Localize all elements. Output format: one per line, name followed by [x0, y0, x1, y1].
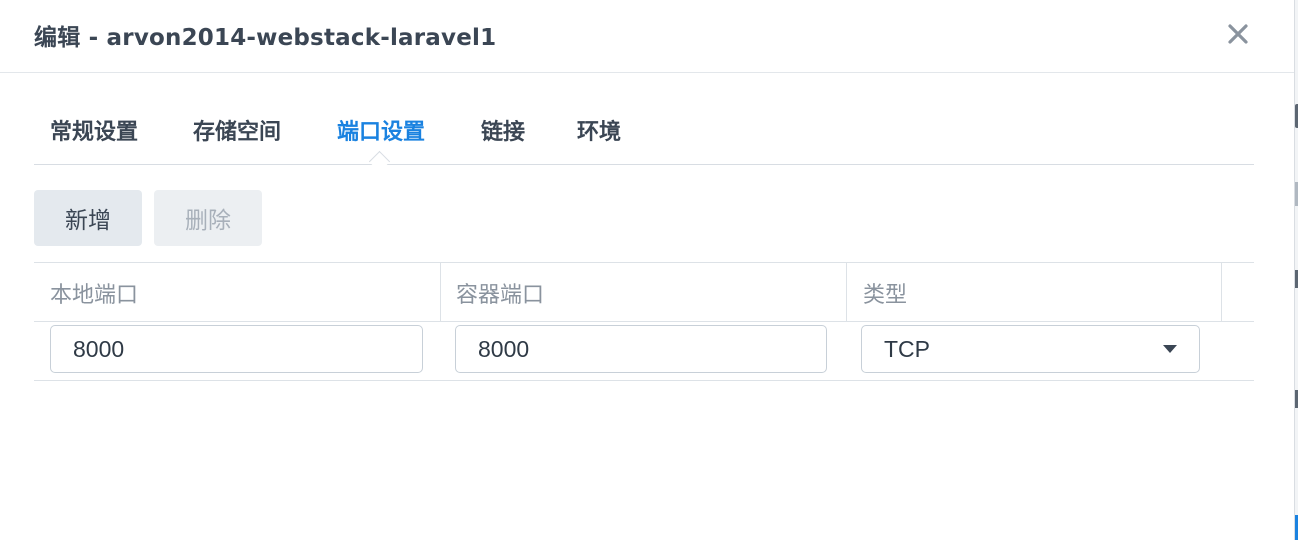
edit-dialog: 编辑 - arvon2014-webstack-laravel1 常规设置 存储… — [0, 0, 1294, 540]
tab-links[interactable]: 链接 — [481, 114, 525, 146]
tab-port-settings[interactable]: 端口设置 — [337, 114, 425, 146]
delete-button[interactable]: 删除 — [154, 190, 262, 246]
column-header-container-port: 容器端口 — [456, 283, 545, 308]
table-row: 8000 8000 TCP — [34, 322, 1254, 381]
type-select-value: TCP — [884, 336, 930, 362]
tab-bar: 常规设置 存储空间 端口设置 链接 环境 — [34, 108, 1254, 173]
type-select[interactable]: TCP — [861, 325, 1200, 373]
chevron-down-icon — [1163, 345, 1177, 353]
column-divider — [846, 263, 847, 321]
column-header-local-port: 本地端口 — [50, 283, 139, 308]
column-divider — [1221, 263, 1222, 321]
dialog-header: 编辑 - arvon2014-webstack-laravel1 — [0, 0, 1294, 73]
background-window-edge — [1294, 0, 1298, 540]
tab-storage[interactable]: 存储空间 — [193, 114, 281, 146]
tab-general[interactable]: 常规设置 — [50, 114, 138, 146]
port-table: 本地端口 容器端口 类型 8000 8000 TCP — [34, 262, 1254, 381]
container-port-input[interactable]: 8000 — [455, 325, 827, 373]
column-divider — [440, 263, 441, 321]
column-header-type: 类型 — [863, 283, 908, 308]
tab-environment[interactable]: 环境 — [577, 114, 621, 146]
dialog-title: 编辑 - arvon2014-webstack-laravel1 — [34, 25, 497, 51]
table-header: 本地端口 容器端口 类型 — [34, 262, 1254, 322]
local-port-input[interactable]: 8000 — [50, 325, 423, 373]
close-icon[interactable] — [1222, 18, 1254, 50]
add-button[interactable]: 新增 — [34, 190, 142, 246]
active-tab-indicator — [368, 150, 391, 173]
